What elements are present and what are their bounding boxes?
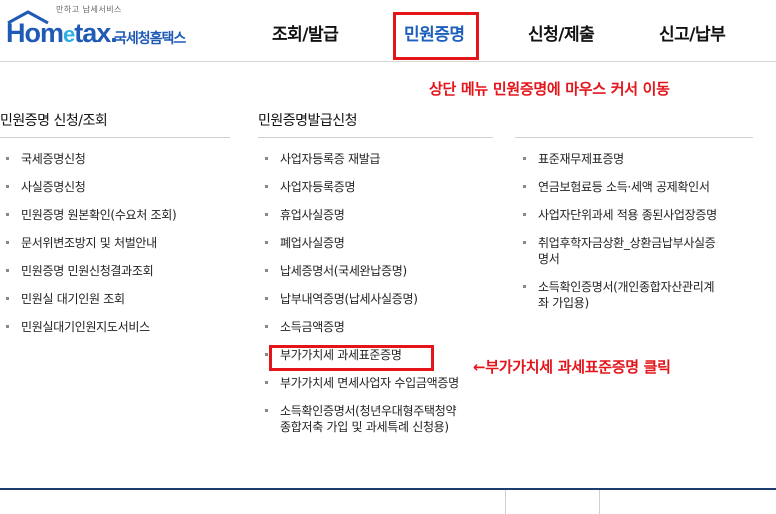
menu-item[interactable]: 민원증명 민원신청결과조회 <box>3 263 176 279</box>
menu-item[interactable]: 사업자등록증명 <box>262 179 459 195</box>
bullet-icon <box>265 241 268 244</box>
bullet-icon <box>265 185 268 188</box>
menu-item[interactable]: 납부내역증명(납세사실증명) <box>262 291 459 307</box>
annotation-click: ←부가가치세 과세표준증명 클릭 <box>473 358 671 376</box>
hometax-logo[interactable]: 만하고 납세서비스 Hometax. 국세청홈택스 <box>4 4 204 54</box>
menu-item[interactable]: 취업후학자금상환_상환금납부사실증 명서 <box>520 235 717 267</box>
col1-divider <box>0 137 230 138</box>
menu-item[interactable]: 연금보험료등 소득·세액 공제확인서 <box>520 179 717 195</box>
bullet-icon <box>265 409 268 412</box>
bullet-icon <box>6 269 9 272</box>
menu-item[interactable]: 사업자단위과세 적용 종된사업장증명 <box>520 207 717 223</box>
bullet-icon <box>265 353 268 356</box>
top-header: 만하고 납세서비스 Hometax. 국세청홈택스 조회/발급 민원증명 신청/… <box>0 0 776 62</box>
menu-item[interactable]: 소득확인증명서(청년우대형주택청약 종합저축 가입 및 과세특례 신청용) <box>262 403 459 435</box>
bullet-icon <box>523 285 526 288</box>
menu-item[interactable]: 납세증명서(국세완납증명) <box>262 263 459 279</box>
menu-item[interactable]: 휴업사실증명 <box>262 207 459 223</box>
menu-item[interactable]: 폐업사실증명 <box>262 235 459 251</box>
col3-menu: 표준재무제표증명 연금보험료등 소득·세액 공제확인서 사업자단위과세 적용 종… <box>520 151 717 311</box>
bottom-segment <box>505 490 600 514</box>
col2-divider <box>258 137 493 138</box>
menu-item[interactable]: 부가가치세 면세사업자 수입금액증명 <box>262 375 459 391</box>
menu-item[interactable]: 사업자등록증 재발급 <box>262 151 459 167</box>
nav-apply-submit[interactable]: 신청/제출 <box>528 20 595 45</box>
bullet-icon <box>523 157 526 160</box>
logo-korean-name: 국세청홈택스 <box>114 31 186 47</box>
bullet-icon <box>265 157 268 160</box>
logo-wordmark: Hometax. <box>6 18 118 48</box>
bullet-icon <box>265 325 268 328</box>
item-highlight-box <box>269 345 434 371</box>
annotation-top: 상단 메뉴 민원증명에 마우스 커서 이동 <box>429 80 670 98</box>
menu-item[interactable]: 표준재무제표증명 <box>520 151 717 167</box>
nav-highlight-box <box>393 12 479 60</box>
menu-item[interactable]: 민원증명 원본확인(수요처 조회) <box>3 207 177 223</box>
bullet-icon <box>6 185 9 188</box>
bullet-icon <box>523 241 526 244</box>
menu-item[interactable]: 문서위변조방지 및 처벌안내 <box>3 235 176 251</box>
menu-item[interactable]: 소득확인증명서(개인종합자산관리계 좌 가입용) <box>520 279 717 311</box>
bullet-icon <box>6 241 9 244</box>
bullet-icon <box>6 297 9 300</box>
col1-menu: 국세증명신청 사실증명신청 민원증명 원본확인(수요처 조회) 문서위변조방지 … <box>3 151 177 335</box>
bullet-icon <box>265 213 268 216</box>
col2-title: 민원증명발급신청 <box>258 113 358 129</box>
col1-title: 민원증명 신청/조회 <box>0 113 108 129</box>
bullet-icon <box>265 269 268 272</box>
menu-item[interactable]: 소득금액증명 <box>262 319 459 335</box>
nav-inquiry-issue[interactable]: 조회/발급 <box>272 20 339 45</box>
col3-divider <box>515 137 753 138</box>
col2-menu: 사업자등록증 재발급 사업자등록증명 휴업사실증명 폐업사실증명 납세증명서(국… <box>262 151 459 435</box>
bullet-icon <box>265 381 268 384</box>
bullet-icon <box>265 297 268 300</box>
menu-item[interactable]: 국세증명신청 <box>3 151 176 167</box>
bullet-icon <box>6 213 9 216</box>
bullet-icon <box>523 185 526 188</box>
bullet-icon <box>6 325 9 328</box>
menu-item[interactable]: 민원실 대기인원 조회 <box>3 291 176 307</box>
bottom-divider <box>0 488 776 490</box>
bullet-icon <box>523 213 526 216</box>
menu-item[interactable]: 사실증명신청 <box>3 179 176 195</box>
bullet-icon <box>6 157 9 160</box>
menu-item[interactable]: 민원실대기인원지도서비스 <box>3 319 176 335</box>
nav-report-pay[interactable]: 신고/납부 <box>659 20 726 45</box>
